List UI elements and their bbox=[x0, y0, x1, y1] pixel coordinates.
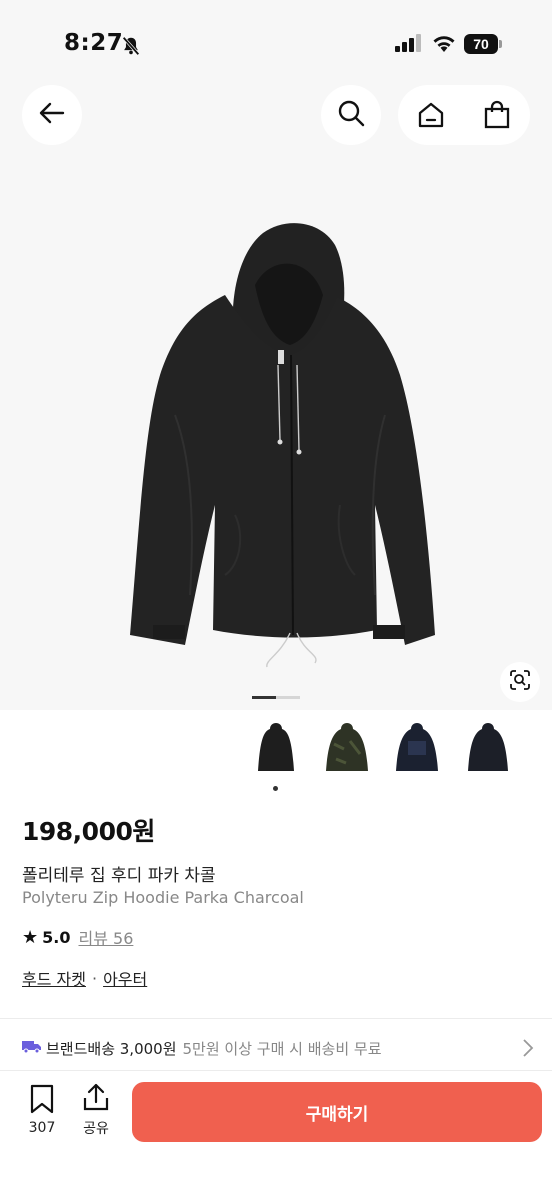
home-icon bbox=[401, 100, 461, 130]
product-name-korean: 폴리테루 집 후디 파카 차콜 bbox=[22, 866, 216, 886]
category-separator: · bbox=[91, 968, 98, 988]
thumbnail-1[interactable] bbox=[252, 716, 300, 778]
status-bar: 8:27 70 bbox=[0, 0, 552, 80]
cellular-signal-icon bbox=[395, 34, 423, 56]
thumbnail-strip bbox=[252, 716, 512, 778]
back-button[interactable] bbox=[22, 85, 82, 145]
category-link-hood-jacket[interactable]: 후드 자켓 bbox=[22, 966, 86, 990]
visual-search-icon bbox=[509, 669, 531, 695]
thumbnail-4[interactable] bbox=[464, 716, 512, 778]
category-breadcrumb: 후드 자켓 · 아우터 bbox=[22, 966, 147, 990]
share-button[interactable]: 공유 bbox=[76, 1082, 116, 1138]
home-button[interactable] bbox=[401, 100, 461, 130]
battery-level: 70 bbox=[473, 36, 489, 52]
thumbnail-2[interactable] bbox=[323, 716, 371, 778]
status-time: 8:27 bbox=[64, 30, 124, 56]
bookmark-icon bbox=[28, 1084, 56, 1118]
chevron-right-icon bbox=[522, 1038, 534, 1062]
reviews-link[interactable]: 리뷰 56 bbox=[78, 925, 133, 949]
buy-button[interactable]: 구매하기 bbox=[132, 1082, 542, 1142]
category-link-outer[interactable]: 아우터 bbox=[103, 966, 147, 990]
shopping-bag-icon bbox=[467, 100, 527, 130]
product-rating: ★ 5.0 리뷰 56 bbox=[22, 925, 133, 949]
truck-icon bbox=[22, 1038, 42, 1058]
share-icon bbox=[82, 1083, 110, 1116]
battery-icon: 70 bbox=[464, 34, 502, 54]
image-pagination bbox=[252, 696, 300, 699]
thumbnail-3[interactable] bbox=[393, 716, 441, 778]
product-price: 198,000원 bbox=[22, 817, 155, 846]
rating-score: 5.0 bbox=[42, 927, 71, 947]
visual-search-button[interactable] bbox=[500, 662, 540, 702]
bookmark-count: 307 bbox=[28, 1120, 56, 1136]
free-shipping-note: 5만원 이상 구매 시 배송비 무료 bbox=[182, 1039, 382, 1058]
pagination-track bbox=[276, 696, 300, 699]
shipping-info-row[interactable]: 브랜드배송 3,000원 5만원 이상 구매 시 배송비 무료 bbox=[22, 1036, 534, 1060]
home-cart-group bbox=[398, 85, 530, 145]
divider bbox=[0, 1018, 552, 1019]
search-icon bbox=[336, 98, 366, 132]
back-arrow-icon bbox=[37, 98, 67, 132]
share-label: 공유 bbox=[83, 1121, 109, 1137]
wifi-icon bbox=[432, 33, 456, 57]
thumbnail-selected-indicator bbox=[273, 786, 278, 791]
star-icon: ★ bbox=[22, 926, 39, 948]
divider bbox=[0, 1070, 552, 1071]
product-main-image[interactable] bbox=[115, 215, 437, 679]
shipping-fee: 브랜드배송 3,000원 bbox=[46, 1039, 177, 1058]
bell-slash-icon bbox=[120, 35, 142, 61]
bookmark-button[interactable]: 307 bbox=[22, 1084, 62, 1136]
cart-button[interactable] bbox=[467, 100, 527, 130]
pagination-active-segment bbox=[252, 696, 276, 699]
product-name-english: Polyteru Zip Hoodie Parka Charcoal bbox=[22, 888, 304, 907]
search-button[interactable] bbox=[321, 85, 381, 145]
